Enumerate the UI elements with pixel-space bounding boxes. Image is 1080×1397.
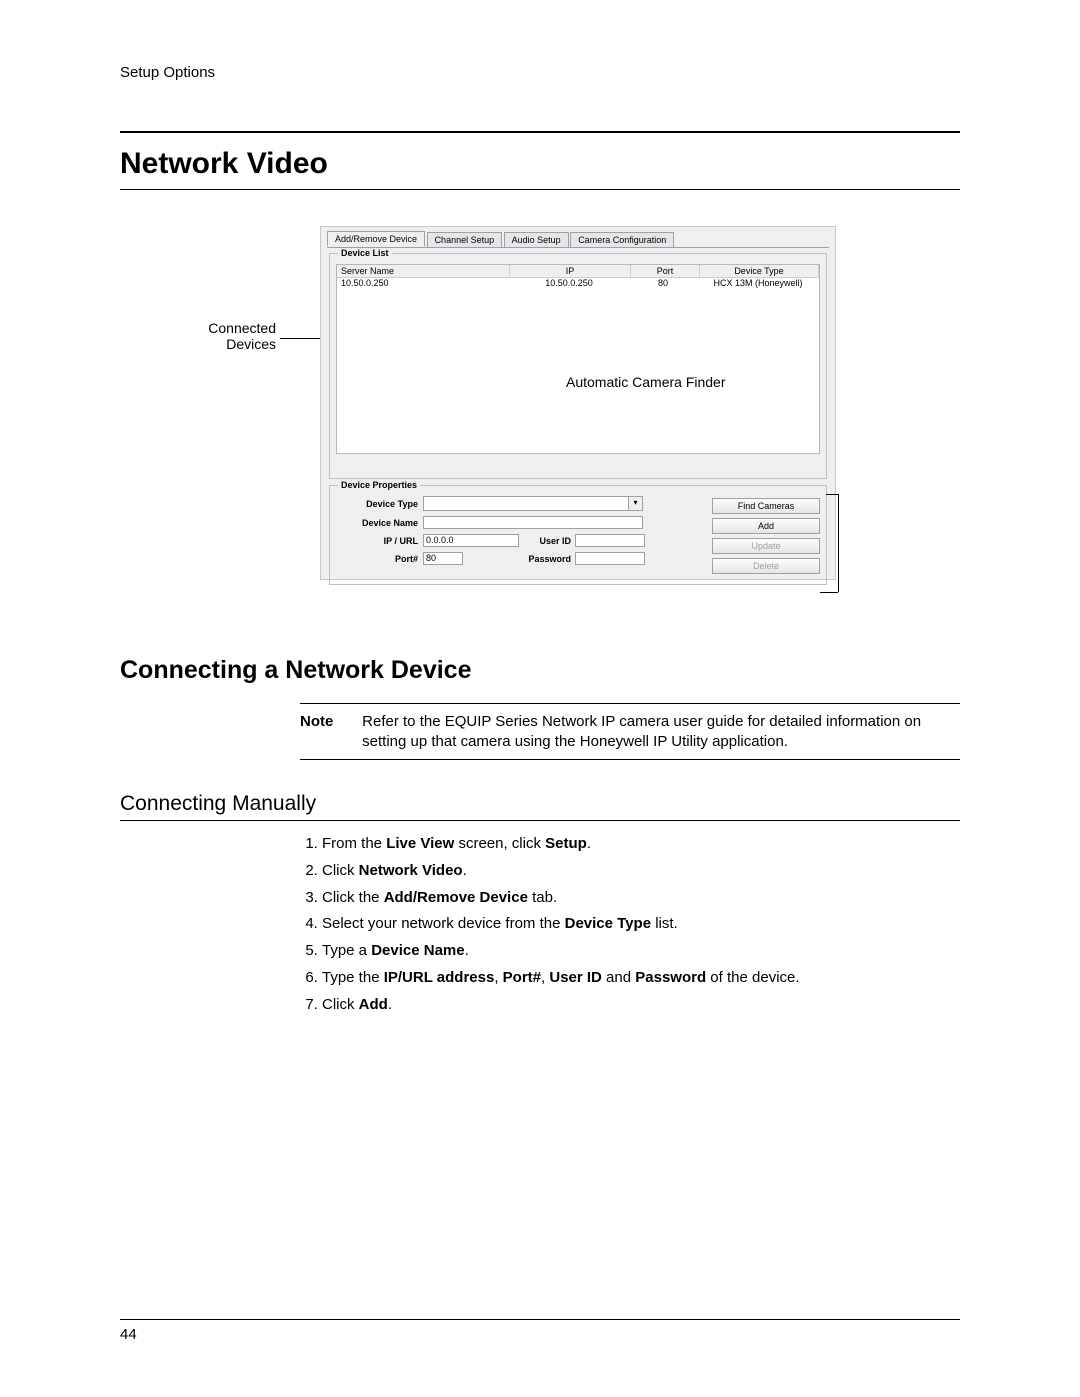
tab-audio-setup[interactable]: Audio Setup	[504, 232, 569, 247]
tab-strip: Add/Remove Device Channel Setup Audio Se…	[321, 227, 835, 247]
tab-camera-configuration[interactable]: Camera Configuration	[570, 232, 674, 247]
steps-list: From the Live View screen, click Setup. …	[300, 835, 960, 1014]
annotation-auto-camera-finder: Automatic Camera Finder	[566, 374, 726, 390]
note-block: Note Refer to the EQUIP Series Network I…	[300, 703, 960, 760]
section-heading: Connecting a Network Device	[120, 656, 960, 685]
col-server-name[interactable]: Server Name	[337, 265, 510, 278]
cell-server-name: 10.50.0.250	[337, 278, 509, 289]
tab-underline	[327, 247, 829, 248]
tab-add-remove-device[interactable]: Add/Remove Device	[327, 231, 425, 246]
col-ip[interactable]: IP	[510, 265, 631, 278]
label-device-type: Device Type	[336, 499, 423, 509]
cell-port: 80	[629, 278, 697, 289]
port-input[interactable]: 80	[423, 552, 463, 565]
page-header: Setup Options	[120, 64, 960, 81]
annotation-text: Devices	[226, 336, 276, 352]
label-password: Password	[519, 554, 575, 564]
add-button[interactable]: Add	[712, 518, 820, 534]
network-video-dialog: Add/Remove Device Channel Setup Audio Se…	[320, 226, 836, 580]
label-device-name: Device Name	[336, 518, 423, 528]
leader-line	[820, 592, 838, 593]
list-item: Type the IP/URL address, Port#, User ID …	[322, 969, 960, 988]
properties-buttons: Find Cameras Add Update Delete	[712, 496, 820, 578]
delete-button[interactable]: Delete	[712, 558, 820, 574]
figure-area: Connected Devices Add/Remove Device Chan…	[120, 226, 960, 596]
device-name-input[interactable]	[423, 516, 643, 529]
user-id-input[interactable]	[575, 534, 645, 547]
leader-line	[826, 494, 838, 495]
ip-url-input[interactable]: 0.0.0.0	[423, 534, 519, 547]
rule-under-title	[120, 189, 960, 190]
tab-channel-setup[interactable]: Channel Setup	[427, 232, 503, 247]
update-button[interactable]: Update	[712, 538, 820, 554]
cell-ip: 10.50.0.250	[509, 278, 629, 289]
col-port[interactable]: Port	[631, 265, 700, 278]
note-text: Refer to the EQUIP Series Network IP cam…	[362, 712, 958, 751]
find-cameras-button[interactable]: Find Cameras	[712, 498, 820, 514]
properties-form: Device Type ▾ Device Name IP / URL 0.0.0…	[336, 496, 712, 578]
list-item: Click Add.	[322, 996, 960, 1015]
device-type-select[interactable]: ▾	[423, 496, 643, 511]
device-properties-group: Device Properties Device Type ▾ Device N…	[329, 485, 827, 585]
page-title: Network Video	[120, 147, 960, 181]
rule-top	[120, 131, 960, 133]
annotation-connected-devices: Connected Devices	[180, 320, 276, 352]
group-legend: Device Properties	[338, 480, 420, 490]
group-legend: Device List	[338, 248, 392, 258]
page-footer: 44	[120, 1319, 960, 1343]
label-port-num: Port#	[336, 554, 423, 564]
label-user-id: User ID	[519, 536, 575, 546]
leader-line	[838, 494, 839, 592]
list-item: Click the Add/Remove Device tab.	[322, 889, 960, 908]
list-item: Select your network device from the Devi…	[322, 915, 960, 934]
device-list-group: Device List Server Name IP Port Device T…	[329, 253, 827, 479]
page-number: 44	[120, 1326, 137, 1343]
list-item: Type a Device Name.	[322, 942, 960, 961]
password-input[interactable]	[575, 552, 645, 565]
table-header: Server Name IP Port Device Type	[337, 265, 819, 278]
device-list-table[interactable]: Server Name IP Port Device Type 10.50.0.…	[336, 264, 820, 454]
subsection-heading: Connecting Manually	[120, 792, 960, 821]
label-ip-url: IP / URL	[336, 536, 423, 546]
list-item: From the Live View screen, click Setup.	[322, 835, 960, 854]
list-item: Click Network Video.	[322, 862, 960, 881]
chevron-down-icon[interactable]: ▾	[628, 497, 642, 510]
table-row[interactable]: 10.50.0.250 10.50.0.250 80 HCX 13M (Hone…	[337, 278, 819, 289]
annotation-text: Connected	[208, 320, 276, 336]
col-device-type[interactable]: Device Type	[700, 265, 819, 278]
cell-device-type: HCX 13M (Honeywell)	[697, 278, 819, 289]
note-label: Note	[300, 712, 358, 732]
